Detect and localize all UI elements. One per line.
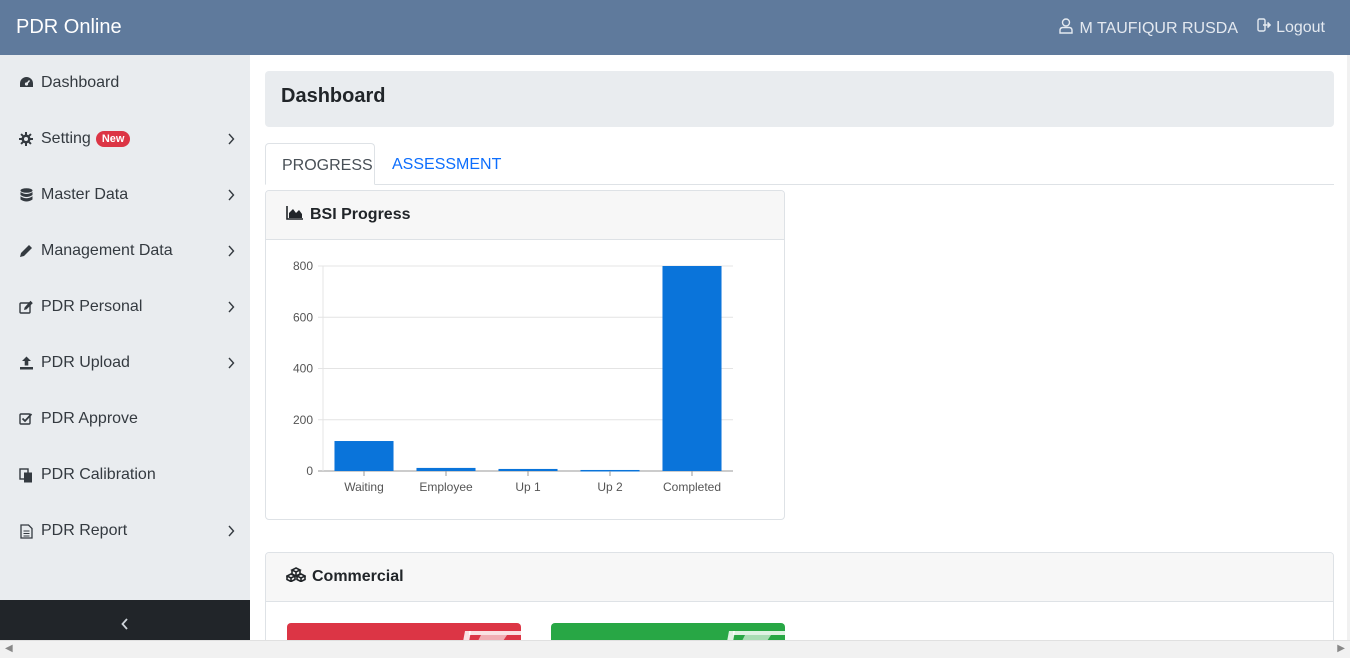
- dashboard-icon: [18, 75, 34, 91]
- bar: [416, 467, 476, 471]
- new-badge: New: [95, 131, 131, 147]
- card-title: BSI Progress: [310, 206, 411, 223]
- card-header: BSI Progress: [266, 191, 784, 240]
- sidebar-item-setting[interactable]: Setting New: [0, 111, 250, 167]
- card-title: Commercial: [312, 568, 404, 585]
- sidebar-item-master-data[interactable]: Master Data: [0, 167, 250, 223]
- cubes-icon: [285, 567, 307, 587]
- copy-icon: [18, 467, 34, 483]
- card-header: Commercial: [266, 553, 1333, 602]
- scroll-left-arrow-icon[interactable]: ◀: [5, 643, 13, 654]
- x-tick-label: Employee: [419, 480, 473, 494]
- chevron-right-icon: [227, 524, 235, 542]
- chevron-right-icon: [227, 188, 235, 206]
- sidebar-item-label: PDR Calibration: [41, 466, 156, 483]
- x-tick-label: Waiting: [344, 480, 384, 494]
- x-tick-label: Completed: [663, 480, 721, 494]
- sidebar-item-dashboard[interactable]: Dashboard: [0, 55, 250, 111]
- chevron-right-icon: [227, 300, 235, 318]
- area-chart-icon: [286, 205, 304, 225]
- pencil-icon: [18, 243, 34, 259]
- sidebar-item-pdr-personal[interactable]: PDR Personal: [0, 279, 250, 335]
- user-menu[interactable]: M TAUFIQUR RUSDA: [1059, 18, 1238, 39]
- tab-assessment[interactable]: ASSESSMENT: [376, 143, 517, 185]
- edit-icon: [18, 299, 34, 315]
- sidebar-item-label: Setting: [41, 130, 91, 147]
- sidebar-item-pdr-approve[interactable]: PDR Approve: [0, 391, 250, 447]
- y-tick-label: 200: [293, 413, 313, 427]
- bar: [498, 468, 558, 471]
- document-icon: [18, 523, 34, 539]
- user-name: M TAUFIQUR RUSDA: [1079, 19, 1238, 37]
- sidebar-item-label: Management Data: [41, 242, 173, 259]
- y-tick-label: 400: [293, 362, 313, 376]
- sidebar-item-management-data[interactable]: Management Data: [0, 223, 250, 279]
- chevron-right-icon: [227, 356, 235, 374]
- chevron-right-icon: [227, 244, 235, 262]
- tab-bar: PROGRESS ASSESSMENT: [265, 143, 1334, 185]
- page-title: Dashboard: [281, 85, 386, 107]
- sidebar-item-label: PDR Upload: [41, 354, 130, 371]
- app-brand[interactable]: PDR Online: [16, 16, 122, 39]
- sidebar-item-pdr-upload[interactable]: PDR Upload: [0, 335, 250, 391]
- bsi-progress-card: BSI Progress 0 200 400 600 800 Waiting Employe…: [265, 190, 785, 520]
- page-header: Dashboard: [265, 71, 1334, 127]
- bsi-progress-chart: 0 200 400 600 800 Waiting Employee Up 1 Up 2 Comp…: [293, 259, 733, 494]
- sidebar-collapse-button[interactable]: [0, 600, 250, 640]
- sidebar-item-label: Master Data: [41, 186, 129, 203]
- sidebar-item-label: PDR Personal: [41, 298, 143, 315]
- top-navbar: PDR Online M TAUFIQUR RUSDA Logout: [0, 0, 1350, 55]
- sidebar-item-label: PDR Report: [41, 522, 128, 539]
- sign-out-icon: [1257, 18, 1272, 37]
- user-icon: [1059, 18, 1074, 39]
- sidebar-item-pdr-report[interactable]: PDR Report: [0, 503, 250, 559]
- y-tick-label: 800: [293, 259, 313, 273]
- x-tick-label: Up 1: [515, 480, 541, 494]
- scroll-right-arrow-icon[interactable]: ▶: [1337, 643, 1345, 654]
- logout-button[interactable]: Logout: [1257, 18, 1325, 37]
- database-icon: [18, 187, 34, 203]
- sidebar-item-label: PDR Approve: [41, 410, 138, 427]
- sidebar-item-pdr-calibration[interactable]: PDR Calibration: [0, 447, 250, 503]
- tab-progress[interactable]: PROGRESS: [265, 143, 375, 185]
- bar: [334, 441, 394, 471]
- x-tick-label: Up 2: [597, 480, 623, 494]
- check-square-icon: [18, 411, 34, 427]
- horizontal-scrollbar[interactable]: ◀ ▶: [0, 640, 1350, 658]
- sidebar: Dashboard Setting New Master Data Manage…: [0, 55, 250, 600]
- logout-label: Logout: [1276, 18, 1325, 36]
- chevron-right-icon: [227, 132, 235, 150]
- chevron-left-icon: [121, 617, 129, 635]
- gear-icon: [18, 131, 34, 147]
- upload-icon: [18, 355, 34, 371]
- sidebar-item-label: Dashboard: [41, 74, 120, 91]
- bar: [662, 266, 722, 471]
- y-tick-label: 600: [293, 310, 313, 324]
- y-tick-label: 0: [306, 464, 313, 478]
